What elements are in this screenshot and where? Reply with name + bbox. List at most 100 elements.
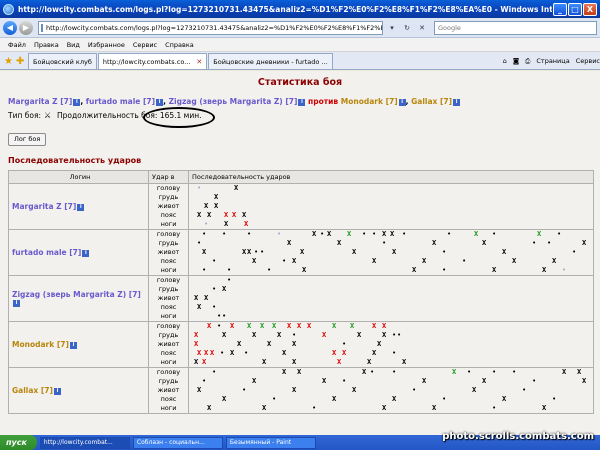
hit-mark: X [502,395,507,403]
tools-menu[interactable]: Сервис [576,57,600,65]
minimize-button[interactable]: _ [553,2,567,16]
info-icon[interactable]: i [156,98,164,106]
zone-label: живот [157,340,180,348]
hit-mark: X [382,230,387,238]
browser-tab[interactable]: Бойцовские дневники - furtado ... [208,53,333,69]
maximize-button[interactable]: □ [568,2,582,16]
hit-mark: X [197,211,202,219]
player-link[interactable]: furtado male [7] [86,97,155,106]
hit-mark: X [372,322,377,330]
sequence-cell: • X X X X X X X X X • X X [188,183,594,230]
dropdown-icon[interactable]: ▾ [386,22,398,34]
info-icon[interactable]: i [13,300,20,307]
hit-mark: X [237,340,242,348]
miss-dot: • [202,266,207,274]
header-zone: Удар в [148,170,189,184]
add-favorites-icon[interactable]: ✚ [16,55,26,69]
fight-log-button[interactable]: Лог боя [8,133,47,146]
zone-label: пояс [160,211,177,219]
info-icon[interactable]: i [82,249,90,257]
menu-item[interactable]: Вид [67,41,80,49]
hit-mark: X [252,377,257,385]
search-input[interactable]: Google [434,20,597,35]
player-link[interactable]: furtado male [7] [12,248,81,257]
print-icon[interactable]: ⎙ [525,57,530,66]
back-icon[interactable]: ◀ [3,20,17,35]
info-icon[interactable]: i [298,98,306,106]
player-link[interactable]: Margarita Z [7] [12,202,76,211]
taskbar-item[interactable]: Соблазн - социальн... [132,436,223,449]
hit-mark: X [432,404,437,412]
taskbar-item[interactable]: http://lowcity.combat... [39,436,130,449]
sequence-line: • • • • X • X X • • X X • • X • X • [189,230,593,239]
miss-dot: • [197,239,202,247]
sequence-line: • X X [189,220,593,229]
stop-icon[interactable]: ✕ [416,22,428,34]
start-button[interactable]: пуск [0,435,37,450]
zone-label: пояс [160,303,177,311]
hit-mark: X [337,239,342,247]
miss-dot: • [227,266,232,274]
info-icon[interactable]: i [53,387,61,395]
hit-mark: X [262,404,267,412]
hit-mark: X [352,248,357,256]
info-icon[interactable]: i [453,98,461,106]
close-button[interactable]: X [583,2,597,16]
table-row: Monodark [7] i голову грудь живот пояс ноги X • X… [8,321,594,368]
menu-item[interactable]: Правка [34,41,59,49]
menu-bar: Файл Правка Вид Избранное Сервис Справка [0,38,600,52]
hit-mark: X [194,340,199,348]
hit-mark: X [347,230,352,238]
url-field[interactable]: http://lowcity.combats.com/logs.pl?log=1… [38,20,383,35]
zone-label: живот [157,248,180,256]
miss-dot: • [320,230,325,238]
favorites-star-icon[interactable]: ★ [4,55,14,69]
hit-mark: X [252,257,257,265]
miss-dot: • [547,239,552,247]
sequence-line: XXXXX [189,211,593,220]
sequence-line: X • X X X X X X X X X X X [189,322,593,331]
browser-tab[interactable]: Бойцовский клуб [28,53,97,69]
menu-item[interactable]: Файл [8,41,26,49]
sequence-cell: • • X X X X • • • [188,275,594,322]
sequence-line: • X X X • • X • • • X X [189,368,593,377]
miss-dot: • [522,386,527,394]
hit-mark: X [357,331,362,339]
zone-label: пояс [160,257,177,265]
info-icon[interactable]: i [398,98,406,106]
zone-label: ноги [160,358,177,366]
tab-close-icon[interactable]: ✕ [196,58,202,66]
player-link[interactable]: Zigzag (зверь Margarita Z) [7] [12,290,141,299]
browser-tab[interactable]: http://lowcity.combats.co... ✕ [97,53,208,69]
feeds-icon[interactable]: ◙ [513,57,519,65]
page-menu[interactable]: Страница [536,57,569,65]
info-icon[interactable]: i [77,203,85,211]
miss-dot: • [222,230,227,238]
taskbar-item[interactable]: Безымянный - Paint [225,436,316,449]
info-icon[interactable]: i [69,341,77,349]
player-link[interactable]: Gallax [7] [411,97,452,106]
hit-mark: X [472,386,477,394]
menu-item[interactable]: Сервис [133,41,157,49]
player-link[interactable]: Margarita Z [7] [8,97,72,106]
menu-item[interactable]: Избранное [88,41,125,49]
player-link[interactable]: Monodark [7] [341,97,398,106]
player-link[interactable]: Monodark [7] [12,340,69,349]
header-login: Логин [8,170,149,184]
refresh-icon[interactable]: ↻ [401,22,413,34]
tabs: Бойцовский клуб http://lowcity.combats.co… [28,53,334,69]
home-icon[interactable]: ⌂ [503,57,507,65]
hit-mark: X [204,349,209,357]
miss-dot: • [382,239,387,247]
taskbar-items: http://lowcity.combat... Соблазн - социал… [37,436,316,449]
fight-participants: Margarita Z [7] i, furtado male [7] i, Zig… [8,97,461,106]
miss-dot: • [442,248,447,256]
menu-item[interactable]: Справка [165,41,194,49]
tab-bar: ★ ✚ Бойцовский клуб http://lowcity.combat… [0,52,600,70]
info-icon[interactable]: i [73,98,81,106]
player-link[interactable]: Gallax [7] [12,386,53,395]
player-link[interactable]: Zigzag (зверь Margarita Z) [7] [169,97,298,106]
forward-icon[interactable]: ▶ [19,20,33,35]
miss-dot: • [277,230,282,238]
hit-mark: X [332,395,337,403]
